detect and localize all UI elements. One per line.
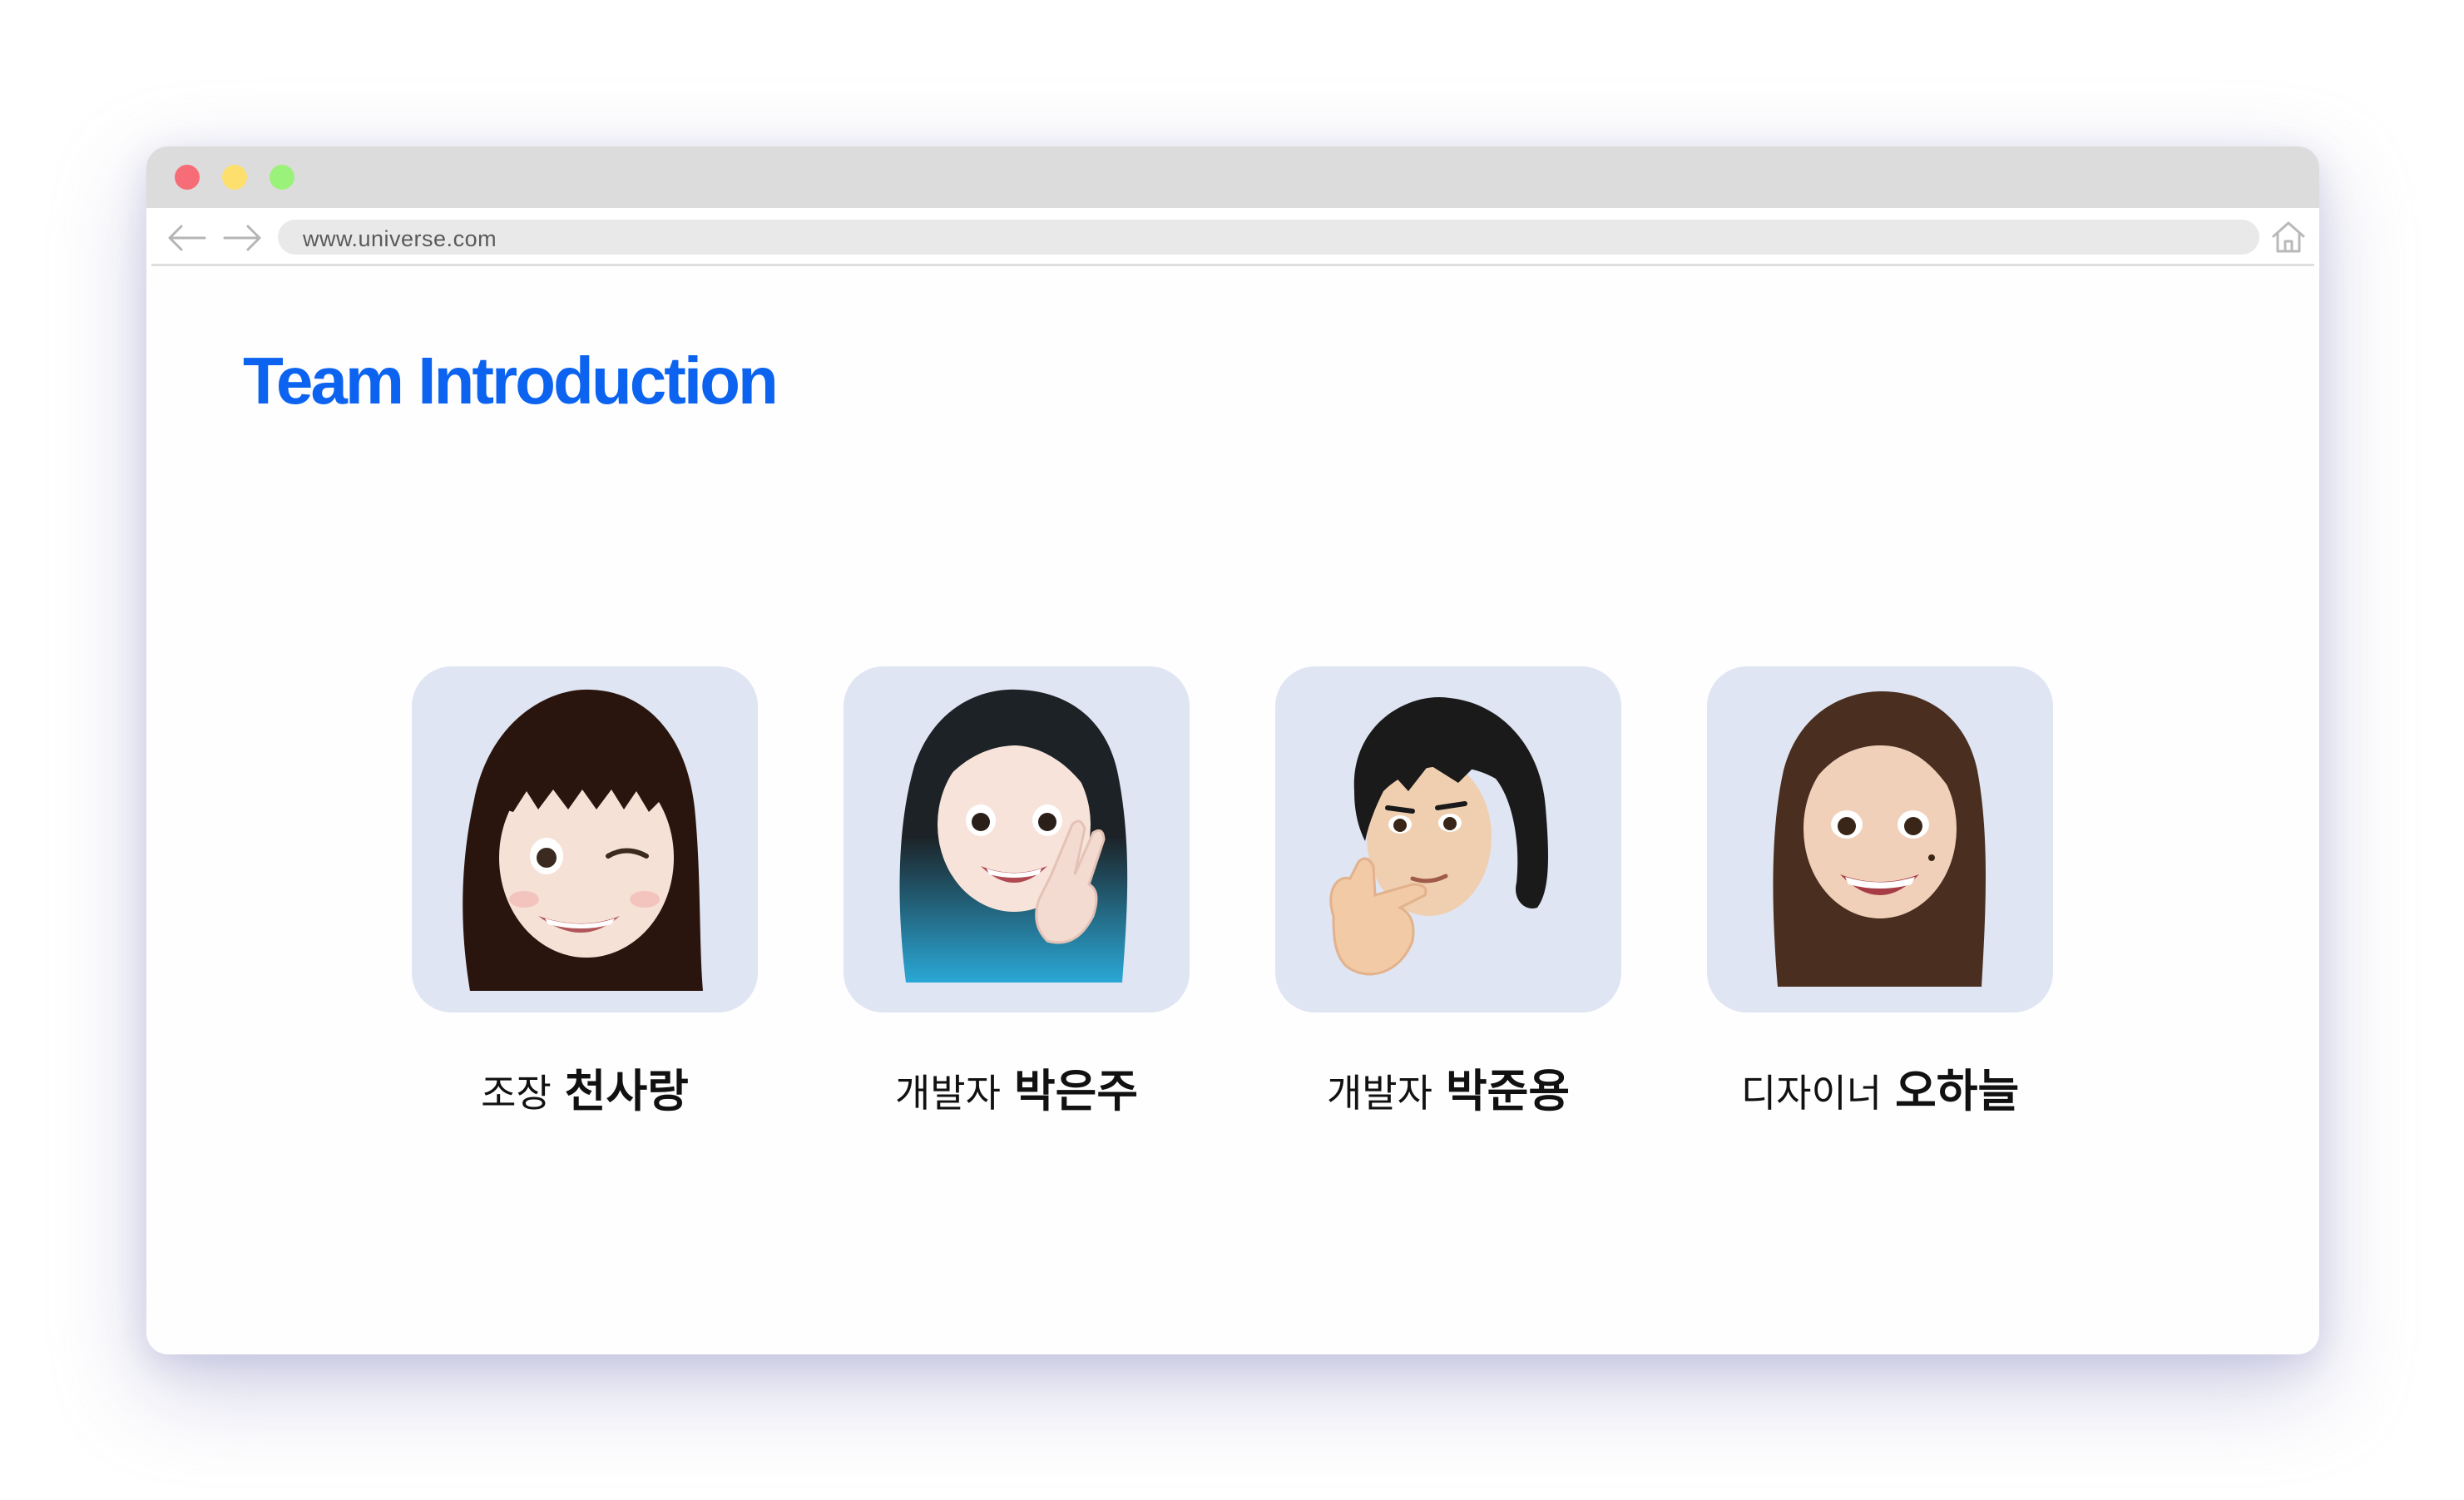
team-member-card[interactable]: 개발자 박은주	[844, 666, 1190, 1117]
maximize-window-button[interactable]	[270, 165, 294, 190]
team-member-card[interactable]: 디자이너 오하늘	[1707, 666, 2053, 1117]
member-caption: 개발자 박은주	[794, 1054, 1239, 1120]
member-caption: 조장 천사랑	[362, 1054, 808, 1120]
forward-arrow-icon[interactable]	[221, 223, 265, 253]
avatar	[412, 666, 758, 1012]
navbar-divider	[151, 264, 2314, 266]
avatar	[844, 666, 1190, 1012]
winking-girl-memoji-icon	[463, 689, 703, 991]
peace-sign-girl-memoji-icon	[899, 689, 1128, 983]
member-name: 오하늘	[1895, 1065, 2020, 1117]
member-name: 천사랑	[564, 1065, 689, 1117]
member-role: 조장	[481, 1071, 552, 1116]
avatar	[1707, 666, 2053, 1012]
home-icon[interactable]	[2269, 218, 2308, 256]
team-member-card[interactable]: 개발자 박준용	[1275, 666, 1621, 1117]
page-title: Team Introduction	[243, 344, 779, 418]
member-caption: 디자이너 오하늘	[1657, 1054, 2103, 1120]
address-bar-url: www.universe.com	[303, 226, 497, 251]
address-bar[interactable]: www.universe.com	[278, 220, 2259, 255]
member-role: 개발자	[894, 1071, 1001, 1116]
member-role: 디자이너	[1740, 1071, 1883, 1116]
browser-window: www.universe.com Team Introduction 조장 천사…	[146, 146, 2319, 1354]
smiling-girl-memoji-icon	[1773, 691, 1986, 987]
member-caption: 개발자 박준용	[1225, 1054, 1671, 1120]
back-arrow-icon[interactable]	[165, 223, 208, 253]
member-name: 박은주	[1013, 1065, 1138, 1117]
member-name: 박준용	[1445, 1065, 1570, 1117]
window-titlebar	[146, 146, 2319, 208]
team-member-card[interactable]: 조장 천사랑	[412, 666, 758, 1117]
member-role: 개발자	[1326, 1071, 1432, 1116]
minimize-window-button[interactable]	[222, 165, 247, 190]
avatar	[1275, 666, 1621, 1012]
stage: www.universe.com Team Introduction 조장 천사…	[0, 0, 2464, 1500]
close-window-button[interactable]	[175, 165, 200, 190]
thinking-boy-memoji-icon	[1329, 696, 1548, 976]
